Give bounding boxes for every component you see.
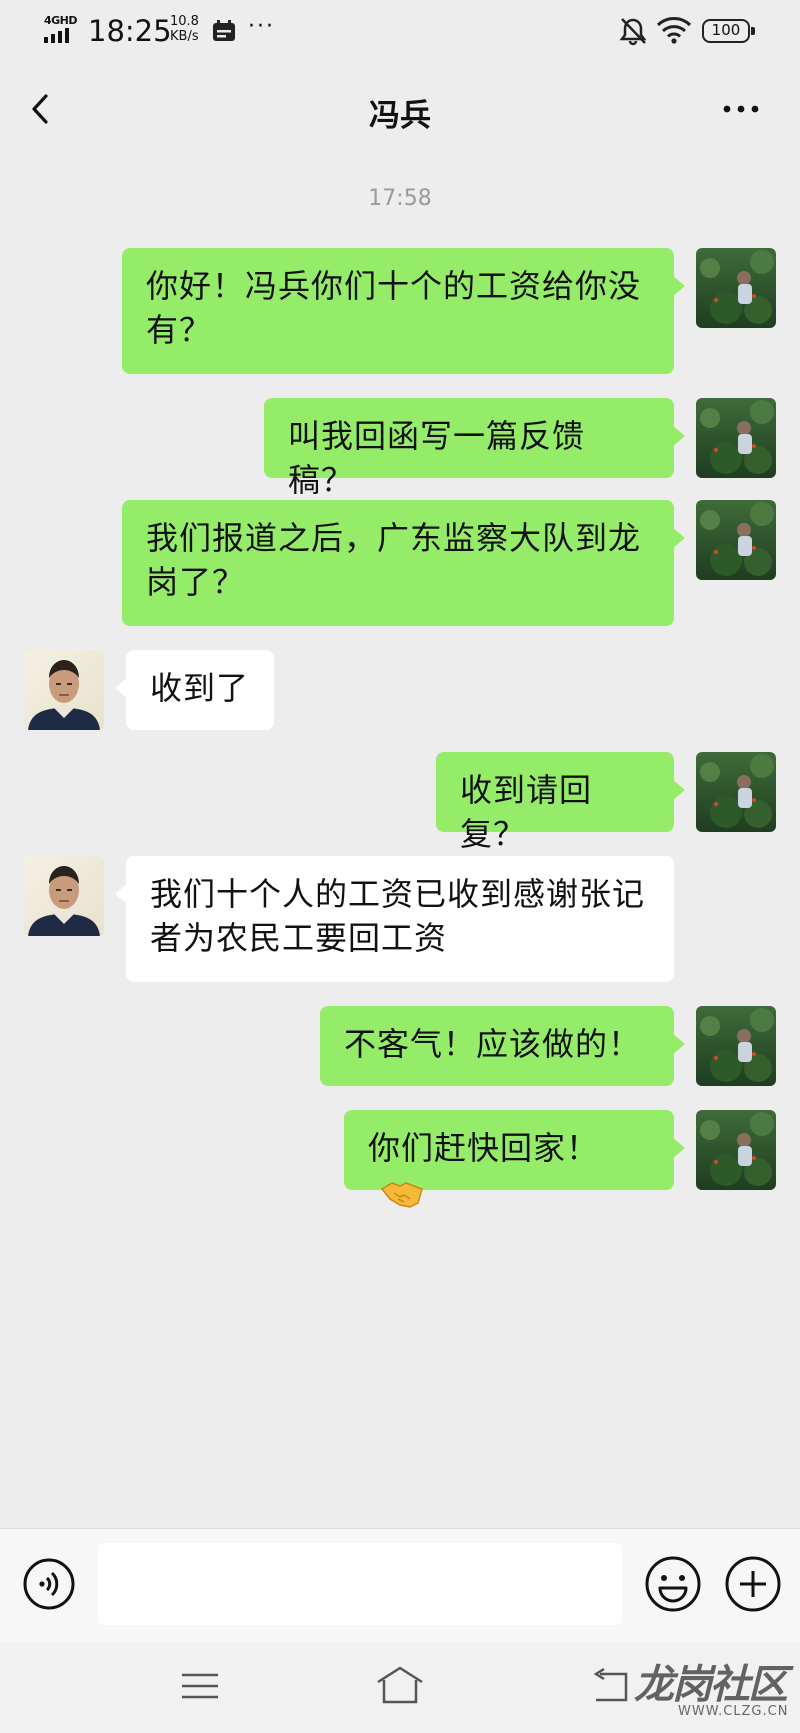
avatar-me[interactable]: [696, 752, 776, 832]
network-speed: 10.8 KB/s: [170, 14, 199, 44]
chat-input-bar: [0, 1528, 800, 1643]
handshake-emoji-icon: [380, 1182, 423, 1208]
battery-level: 100: [711, 21, 741, 39]
message-bubble-sent[interactable]: 叫我回函写一篇反馈稿？: [264, 398, 685, 499]
avatar-contact-image: [24, 650, 104, 730]
message-bubble-sent[interactable]: 你好！冯兵你们十个的工资给你没有？: [122, 248, 685, 374]
wifi-icon: [656, 17, 692, 44]
back-icon[interactable]: [590, 1666, 632, 1706]
avatar-me[interactable]: [696, 1110, 776, 1190]
avatar-me[interactable]: [696, 398, 776, 478]
message-row: 你们赶快回家！: [0, 1110, 800, 1208]
message-bubble-sent[interactable]: 收到请回复？: [436, 752, 685, 853]
watermark-text: 龙岗社区: [634, 1661, 788, 1708]
menu-icon[interactable]: [180, 1670, 220, 1702]
status-bar: 4GHD 18:25 10.8 KB/s ··· 100: [0, 0, 800, 62]
message-input[interactable]: [98, 1543, 622, 1625]
avatar-me-image: [696, 1006, 776, 1086]
avatar-me[interactable]: [696, 500, 776, 580]
voice-icon[interactable]: [22, 1557, 76, 1611]
network-speed-unit: KB/s: [170, 29, 199, 44]
avatar-me-image: [696, 1110, 776, 1190]
avatar-me-image: [696, 752, 776, 832]
emoji-icon[interactable]: [644, 1555, 702, 1613]
avatar-me-image: [696, 500, 776, 580]
message-bubble-received[interactable]: 收到了: [115, 650, 274, 730]
network-speed-value: 10.8: [170, 14, 199, 29]
signal-icon: 4GHD: [44, 14, 80, 44]
message-row: 我们报道之后，广东监察大队到龙岗了？: [0, 500, 800, 626]
battery-icon: 100: [702, 19, 755, 43]
network-type: 4GHD: [44, 14, 78, 27]
message-row: 你好！冯兵你们十个的工资给你没有？: [0, 248, 800, 374]
message-bubble-sent[interactable]: 我们报道之后，广东监察大队到龙岗了？: [122, 500, 685, 626]
home-icon[interactable]: [374, 1664, 426, 1706]
message-bubble-sent[interactable]: 不客气！应该做的！: [320, 1006, 685, 1086]
avatar-me[interactable]: [696, 248, 776, 328]
watermark-url: WWW.CLZG.CN: [678, 1704, 789, 1719]
chat-header: 冯兵: [0, 62, 800, 156]
avatar-me-image: [696, 248, 776, 328]
message-bubble-received[interactable]: 我们十个人的工资已收到感谢张记者为农民工要回工资: [115, 856, 674, 982]
message-row: 不客气！应该做的！: [0, 1006, 800, 1086]
more-dots-icon[interactable]: [716, 86, 766, 132]
avatar-contact[interactable]: [24, 856, 104, 936]
page-title: 冯兵: [369, 98, 431, 134]
watermark-logo: 龙岗社区 WWW.CLZG.CN: [634, 1652, 794, 1726]
calendar-icon: [213, 20, 235, 41]
avatar-contact[interactable]: [24, 650, 104, 730]
message-bubble-sent[interactable]: 你们赶快回家！: [344, 1110, 685, 1208]
message-row: 收到了: [0, 650, 800, 730]
message-row: 叫我回函写一篇反馈稿？: [0, 398, 800, 499]
message-row: 我们十个人的工资已收到感谢张记者为农民工要回工资: [0, 856, 800, 982]
clock: 18:25: [88, 14, 172, 48]
avatar-me-image: [696, 398, 776, 478]
mute-bell-icon: [619, 18, 647, 46]
avatar-me[interactable]: [696, 1006, 776, 1086]
message-row: 收到请回复？: [0, 752, 800, 853]
message-timestamp: 17:58: [368, 186, 432, 211]
avatar-contact-image: [24, 856, 104, 936]
status-more-icon: ···: [248, 14, 275, 39]
message-text: 你们赶快回家！: [368, 1129, 600, 1167]
plus-icon[interactable]: [724, 1555, 782, 1613]
